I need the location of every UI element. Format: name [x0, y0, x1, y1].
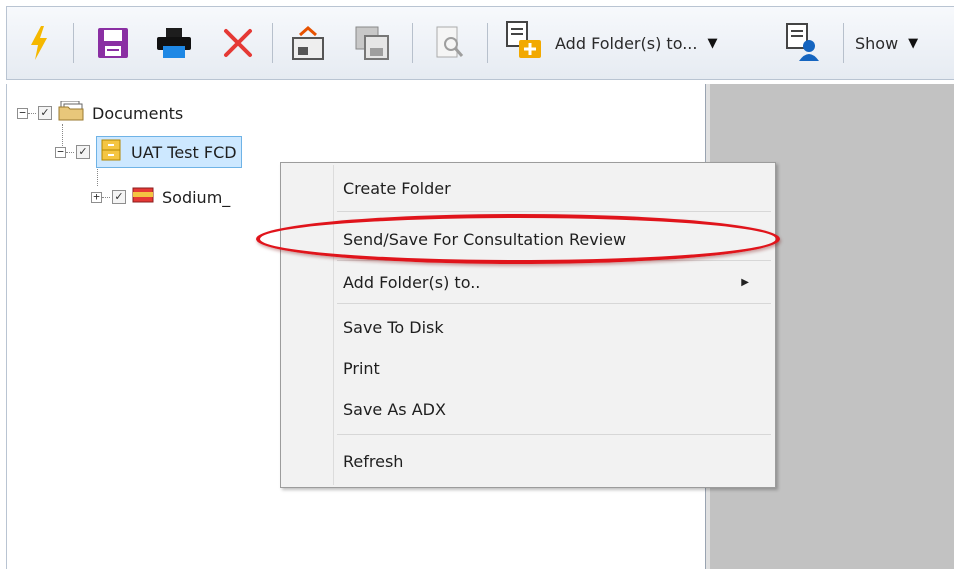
import-icon[interactable]: [292, 7, 324, 79]
menu-item-label: Create Folder: [343, 178, 451, 198]
context-menu: Create Folder Send/Save For Consultation…: [280, 162, 776, 488]
menu-item-save-as-adx[interactable]: Save As ADX: [283, 391, 773, 427]
node-checkbox[interactable]: ✓: [112, 190, 126, 204]
show-label: Show: [855, 33, 899, 53]
print-icon[interactable]: [157, 7, 191, 79]
toolbar-separator: [272, 23, 273, 63]
node-checkbox[interactable]: ✓: [38, 106, 52, 120]
menu-item-add-folders[interactable]: Add Folder(s) to.. ▶: [283, 264, 773, 300]
collapse-icon[interactable]: −: [55, 146, 66, 158]
tree-node-label: UAT Test FCD: [131, 142, 237, 162]
drawer-icon: [132, 187, 154, 207]
tree-node-documents[interactable]: − ✓ Documents: [17, 100, 184, 125]
tree-node-uat-test-fcd[interactable]: − ✓ UAT Test FCD: [55, 136, 242, 168]
assign-user-icon[interactable]: [785, 7, 819, 79]
add-folders-label: Add Folder(s) to...: [555, 33, 698, 53]
tree-node-sodium[interactable]: + ✓ Sodium_: [91, 185, 230, 209]
expand-icon[interactable]: +: [91, 191, 102, 203]
tree-node-label: Documents: [92, 103, 184, 123]
menu-item-label: Save As ADX: [343, 399, 446, 419]
documents-folder-icon: [58, 100, 84, 125]
chevron-down-icon: ▼: [908, 35, 919, 51]
menu-item-label: Save To Disk: [343, 317, 444, 337]
menu-item-print[interactable]: Print: [283, 350, 773, 386]
menu-item-label: Add Folder(s) to..: [343, 272, 481, 292]
copy-save-icon: [355, 7, 389, 79]
menu-item-label: Refresh: [343, 451, 404, 471]
menu-item-save-to-disk[interactable]: Save To Disk: [283, 309, 773, 345]
highlight-annotation: [256, 214, 780, 264]
collapse-icon[interactable]: −: [17, 107, 28, 119]
selected-node: UAT Test FCD: [96, 136, 242, 168]
menu-item-label: Print: [343, 358, 380, 378]
toolbar: Add Folder(s) to... ▼ Show ▼: [6, 6, 954, 80]
add-folders-dropdown[interactable]: Add Folder(s) to... ▼: [505, 7, 717, 79]
show-dropdown[interactable]: Show ▼: [855, 7, 918, 79]
cabinet-icon: [101, 139, 121, 165]
submenu-arrow-icon: ▶: [741, 276, 749, 288]
delete-icon[interactable]: [223, 7, 253, 79]
menu-item-create-folder[interactable]: Create Folder: [283, 170, 773, 206]
menu-separator: [337, 434, 771, 435]
menu-separator: [337, 303, 771, 304]
node-checkbox[interactable]: ✓: [76, 145, 90, 159]
tree-node-label: Sodium_: [162, 187, 231, 207]
toolbar-separator: [412, 23, 413, 63]
menu-separator: [337, 211, 771, 212]
save-icon[interactable]: [97, 7, 129, 79]
add-folder-icon: [505, 21, 543, 65]
toolbar-separator: [487, 23, 488, 63]
lightning-icon[interactable]: [29, 7, 49, 79]
menu-item-refresh[interactable]: Refresh: [283, 443, 773, 479]
toolbar-separator: [73, 23, 74, 63]
chevron-down-icon: ▼: [707, 35, 718, 51]
preview-icon: [435, 7, 465, 79]
toolbar-separator: [843, 23, 844, 63]
